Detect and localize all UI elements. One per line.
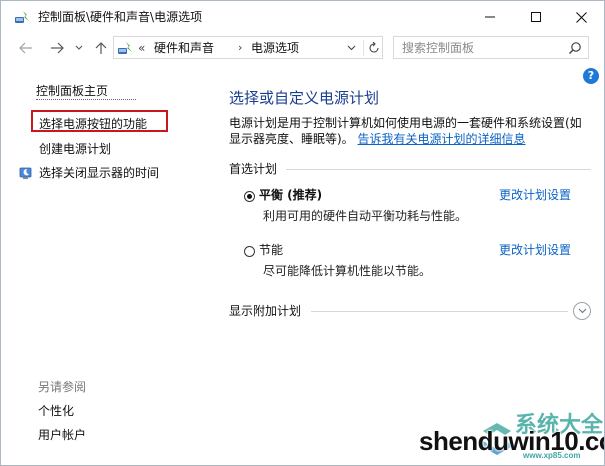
watermark-url: www.xp85.com (523, 451, 581, 460)
balanced-plan-name[interactable]: 平衡 (推荐) (259, 187, 322, 203)
minimize-icon (485, 16, 495, 18)
navigation-bar: « 硬件和声音 › 电源选项 搜索控制面板 (1, 33, 604, 63)
chevron-down-icon (578, 308, 586, 314)
search-placeholder: 搜索控制面板 (402, 41, 475, 55)
maximize-button[interactable] (513, 1, 559, 33)
display-off-time-link[interactable]: 选择关闭显示器的时间 (39, 165, 159, 181)
section-divider (311, 311, 568, 312)
power-options-icon (15, 11, 29, 23)
show-additional-plans-heading[interactable]: 显示附加计划 (229, 303, 301, 319)
power-saver-plan-name[interactable]: 节能 (259, 242, 283, 258)
recent-locations-button[interactable] (71, 40, 87, 56)
chevron-down-icon (75, 45, 83, 50)
preferred-plans-heading: 首选计划 (229, 162, 278, 176)
user-accounts-link[interactable]: 用户帐户 (38, 427, 86, 443)
choose-power-button-link[interactable]: 选择电源按钮的功能 (39, 116, 147, 132)
page-description: 电源计划是用于控制计算机如何使用电源的一套硬件和系统设置(如显示器亮度、睡眠等)… (229, 115, 591, 147)
close-button[interactable] (558, 1, 604, 33)
title-bar: 控制面板\硬件和声音\电源选项 (1, 1, 604, 33)
maximize-icon (531, 12, 541, 22)
chevron-down-icon (347, 45, 355, 51)
breadcrumb-hardware-sound[interactable]: 硬件和声音 (154, 40, 214, 56)
power-saver-plan-description: 尽可能降低计算机性能以节能。 (263, 264, 432, 278)
address-bar[interactable]: « 硬件和声音 › 电源选项 (113, 36, 383, 59)
window-title: 控制面板\硬件和声音\电源选项 (38, 10, 203, 24)
forward-button[interactable] (49, 40, 65, 56)
minimize-button[interactable] (467, 1, 513, 33)
control-panel-home-link[interactable]: 控制面板主页 (36, 83, 108, 99)
display-moon-icon (19, 167, 32, 179)
balanced-plan-description: 利用可用的硬件自动平衡功耗与性能。 (263, 209, 468, 223)
expand-additional-plans-button[interactable] (573, 302, 591, 320)
back-button[interactable] (18, 40, 34, 56)
arrow-up-icon (95, 42, 107, 54)
refresh-icon (369, 42, 379, 53)
personalization-link[interactable]: 个性化 (38, 403, 74, 419)
balanced-plan-radio[interactable] (244, 191, 255, 202)
address-dropdown-button[interactable] (344, 41, 358, 55)
close-icon (575, 11, 587, 23)
search-control-panel-input[interactable]: 搜索控制面板 (393, 36, 589, 59)
help-icon[interactable]: ? (583, 68, 599, 84)
section-divider (286, 169, 591, 170)
up-button[interactable] (93, 40, 109, 56)
control-panel-window: 控制面板\硬件和声音\电源选项 « 硬件和声音 › 电源选项 搜索控制面板 ? … (0, 0, 605, 466)
balanced-change-settings-link[interactable]: 更改计划设置 (499, 187, 571, 203)
arrow-right-icon (51, 42, 64, 54)
page-title: 选择或自定义电源计划 (229, 89, 380, 107)
breadcrumb-overflow[interactable]: « (138, 40, 145, 56)
learn-more-link[interactable]: 告诉我有关电源计划的详细信息 (358, 132, 526, 146)
refresh-button[interactable] (363, 40, 382, 56)
home-link-focus-underline (36, 99, 136, 101)
breadcrumb-separator[interactable]: › (238, 40, 242, 56)
breadcrumb-power-options[interactable]: 电源选项 (251, 40, 299, 56)
arrow-left-icon (19, 42, 32, 54)
see-also-heading: 另请参阅 (38, 380, 87, 394)
power-options-icon (118, 42, 132, 54)
power-saver-plan-radio[interactable] (244, 246, 255, 257)
create-power-plan-link[interactable]: 创建电源计划 (39, 141, 111, 157)
search-icon (569, 42, 581, 54)
power-saver-change-settings-link[interactable]: 更改计划设置 (499, 242, 571, 258)
